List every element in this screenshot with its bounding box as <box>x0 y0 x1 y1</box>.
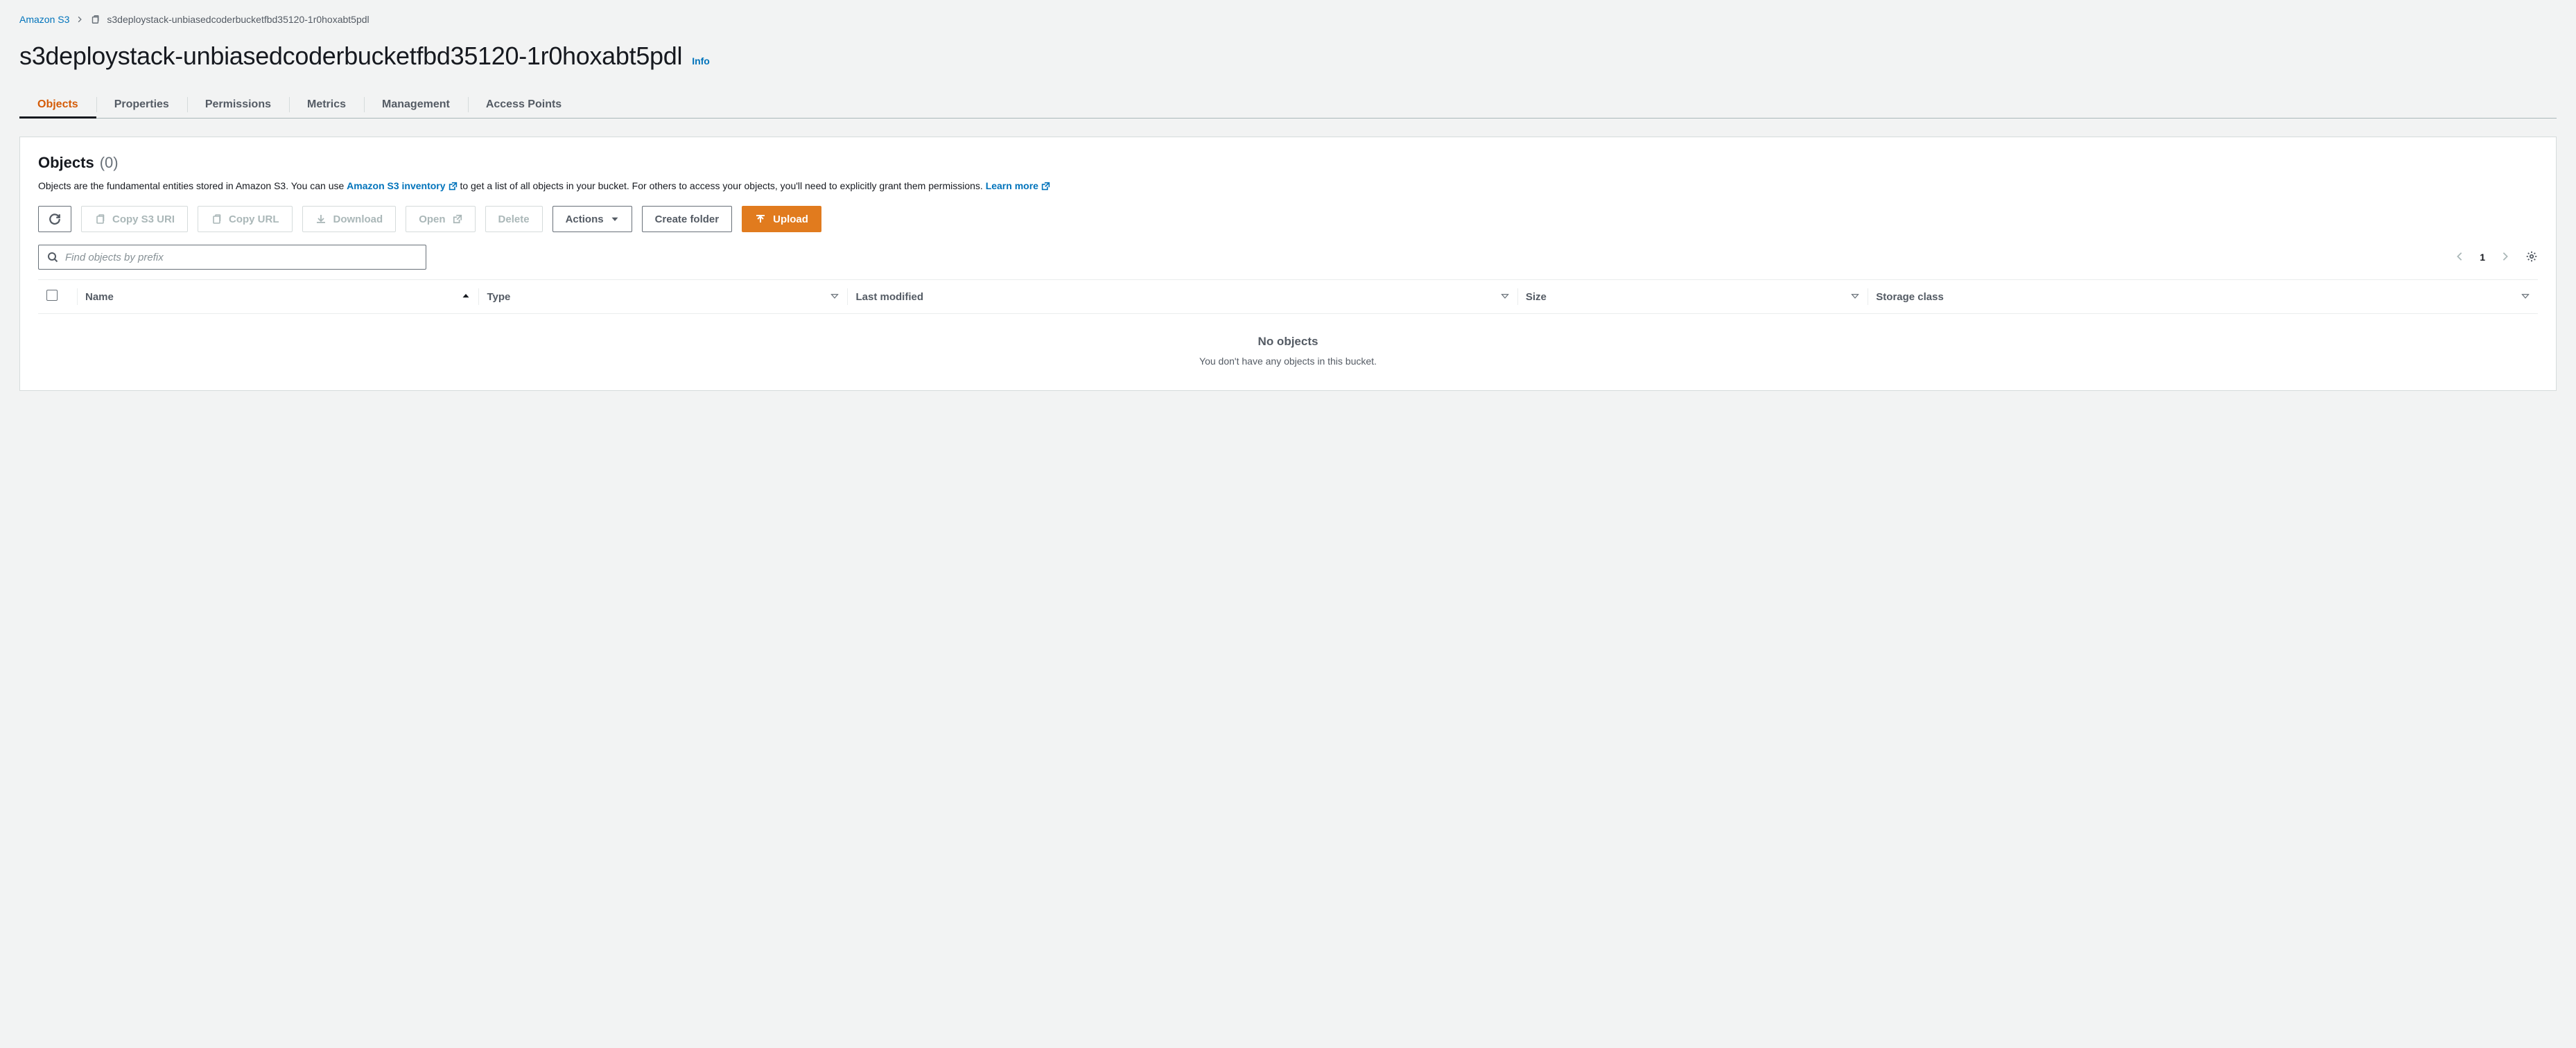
sort-asc-icon <box>462 291 470 303</box>
copy-url-label: Copy URL <box>229 213 279 225</box>
info-link[interactable]: Info <box>692 55 710 67</box>
tabs: ObjectsPropertiesPermissionsMetricsManag… <box>19 91 2557 119</box>
create-folder-button[interactable]: Create folder <box>642 206 733 232</box>
breadcrumb-current: s3deploystack-unbiasedcoderbucketfbd3512… <box>107 14 369 25</box>
sort-icon <box>830 291 839 303</box>
pagination: 1 <box>2452 249 2538 266</box>
download-icon <box>315 213 327 225</box>
copy-icon <box>211 213 222 225</box>
upload-icon <box>755 213 766 225</box>
panel-title: Objects <box>38 154 94 172</box>
col-label: Name <box>85 291 114 303</box>
tab-properties[interactable]: Properties <box>96 91 187 118</box>
panel-desc-mid: to get a list of all objects in your buc… <box>460 180 985 191</box>
search-input-wrapper[interactable] <box>38 245 426 270</box>
gear-icon <box>2525 250 2538 263</box>
col-label: Storage class <box>1876 291 1944 303</box>
toolbar: Copy S3 URI Copy URL Download Open Delet… <box>38 206 2538 232</box>
col-name[interactable]: Name <box>77 280 478 314</box>
copy-icon <box>94 213 105 225</box>
upload-button[interactable]: Upload <box>742 206 821 232</box>
page-title: s3deploystack-unbiasedcoderbucketfbd3512… <box>19 42 682 71</box>
search-icon <box>47 252 58 263</box>
objects-panel: Objects (0) Objects are the fundamental … <box>19 137 2557 391</box>
delete-label: Delete <box>498 213 530 225</box>
breadcrumb: Amazon S3 s3deploystack-unbiasedcoderbuc… <box>19 14 2557 25</box>
empty-state: No objects You don't have any objects in… <box>38 313 2538 390</box>
col-label: Last modified <box>855 291 923 303</box>
download-button[interactable]: Download <box>302 206 397 232</box>
inventory-link[interactable]: Amazon S3 inventory <box>347 180 457 191</box>
open-button[interactable]: Open <box>406 206 475 232</box>
copy-icon[interactable] <box>90 15 100 24</box>
col-type[interactable]: Type <box>478 280 847 314</box>
delete-button[interactable]: Delete <box>485 206 543 232</box>
copy-url-button[interactable]: Copy URL <box>198 206 293 232</box>
actions-button[interactable]: Actions <box>552 206 632 232</box>
col-storage-class[interactable]: Storage class <box>1868 280 2538 314</box>
create-folder-label: Create folder <box>655 213 720 225</box>
col-size[interactable]: Size <box>1517 280 1868 314</box>
breadcrumb-root-link[interactable]: Amazon S3 <box>19 14 69 25</box>
chevron-right-icon <box>76 14 83 25</box>
open-label: Open <box>419 213 445 225</box>
page-prev-button[interactable] <box>2452 249 2467 266</box>
actions-label: Actions <box>566 213 604 225</box>
sort-icon <box>2521 291 2530 303</box>
panel-description: Objects are the fundamental entities sto… <box>38 179 2538 193</box>
panel-count: (0) <box>100 154 119 172</box>
settings-button[interactable] <box>2525 250 2538 265</box>
search-input[interactable] <box>65 252 417 263</box>
refresh-button[interactable] <box>38 206 71 232</box>
download-label: Download <box>333 213 383 225</box>
objects-table: Name Type Last modified Size Storage class <box>38 279 2538 313</box>
col-label: Size <box>1526 291 1547 303</box>
empty-subtitle: You don't have any objects in this bucke… <box>38 356 2538 367</box>
tab-objects[interactable]: Objects <box>19 91 96 118</box>
panel-desc-pre: Objects are the fundamental entities sto… <box>38 180 347 191</box>
upload-label: Upload <box>773 213 808 225</box>
col-last-modified[interactable]: Last modified <box>847 280 1517 314</box>
learn-more-link[interactable]: Learn more <box>986 180 1050 191</box>
sort-icon <box>1501 291 1509 303</box>
external-link-icon <box>1041 182 1050 191</box>
select-all-checkbox[interactable] <box>46 290 58 301</box>
page-number: 1 <box>2480 252 2485 263</box>
sort-icon <box>1851 291 1859 303</box>
caret-down-icon <box>611 215 619 223</box>
external-link-icon <box>453 214 462 224</box>
tab-permissions[interactable]: Permissions <box>187 91 289 118</box>
chevron-left-icon <box>2455 252 2464 261</box>
tab-access-points[interactable]: Access Points <box>468 91 580 118</box>
refresh-icon <box>49 213 61 225</box>
page-next-button[interactable] <box>2498 249 2513 266</box>
copy-s3-uri-label: Copy S3 URI <box>112 213 175 225</box>
chevron-right-icon <box>2500 252 2510 261</box>
col-label: Type <box>487 291 510 303</box>
tab-metrics[interactable]: Metrics <box>289 91 364 118</box>
empty-title: No objects <box>38 335 2538 349</box>
copy-s3-uri-button[interactable]: Copy S3 URI <box>81 206 188 232</box>
external-link-icon <box>449 182 458 191</box>
tab-management[interactable]: Management <box>364 91 468 118</box>
